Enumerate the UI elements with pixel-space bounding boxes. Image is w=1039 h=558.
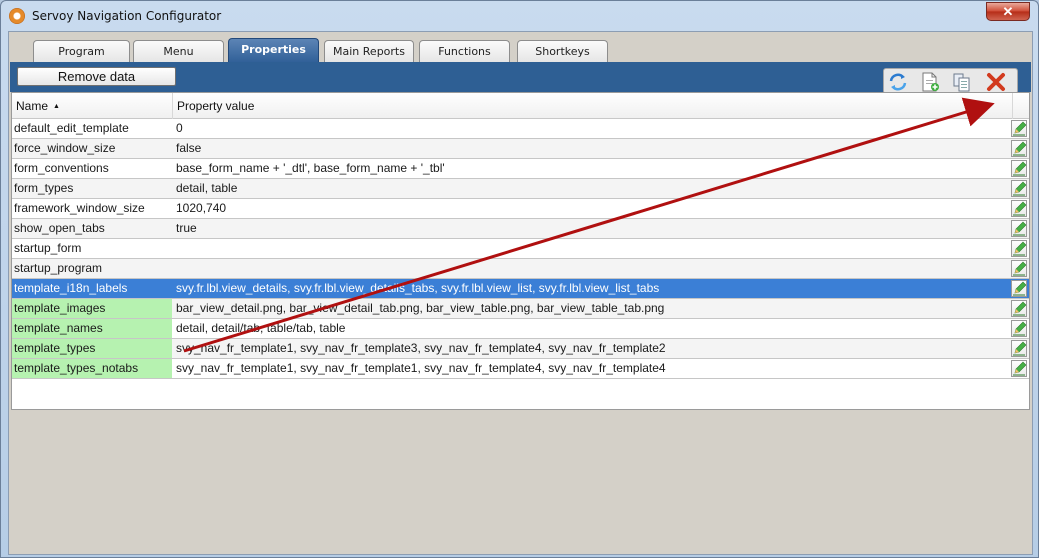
property-name-cell: form_conventions xyxy=(14,161,109,175)
tab-main-reports[interactable]: Main Reports xyxy=(324,40,414,63)
property-value-cell[interactable]: bar_view_detail.png, bar_view_detail_tab… xyxy=(174,299,1014,318)
property-value-cell[interactable] xyxy=(174,259,1014,278)
window-close-button[interactable]: ✕ xyxy=(986,2,1030,21)
table-row[interactable]: template_types_notabs svy_nav_fr_templat… xyxy=(12,359,1029,379)
table-header: Name ▲ Property value xyxy=(12,93,1029,119)
property-name-cell: show_open_tabs xyxy=(14,221,105,235)
table-row[interactable]: startup_form xyxy=(12,239,1029,259)
edit-pencil-icon[interactable] xyxy=(1011,120,1027,137)
property-name-cell: template_images xyxy=(12,299,172,318)
property-value-cell[interactable]: svy_nav_fr_template1, svy_nav_fr_templat… xyxy=(174,359,1014,378)
table-row[interactable]: template_names detail, detail/tab, table… xyxy=(12,319,1029,339)
tab-shortkeys[interactable]: Shortkeys xyxy=(517,40,608,63)
edit-pencil-icon[interactable] xyxy=(1011,320,1027,337)
tab-functions[interactable]: Functions xyxy=(419,40,510,63)
property-name-cell: startup_program xyxy=(14,261,103,275)
property-name-cell: force_window_size xyxy=(14,141,116,155)
column-header-name[interactable]: Name ▲ xyxy=(12,93,173,119)
properties-table: Name ▲ Property value default_edit_templa… xyxy=(11,92,1030,410)
table-row[interactable]: force_window_size false xyxy=(12,139,1029,159)
property-name-cell: startup_form xyxy=(14,241,82,255)
edit-pencil-icon[interactable] xyxy=(1011,200,1027,217)
copy-document-icon[interactable] xyxy=(951,72,973,92)
table-row[interactable]: form_conventions base_form_name + '_dtl'… xyxy=(12,159,1029,179)
sort-ascending-icon: ▲ xyxy=(53,103,60,110)
edit-pencil-icon[interactable] xyxy=(1011,180,1027,197)
delete-icon[interactable] xyxy=(985,72,1007,92)
toolbar-icon-group xyxy=(883,68,1018,94)
new-document-icon[interactable] xyxy=(919,72,941,92)
properties-toolbar: Remove data xyxy=(10,62,1031,94)
table-row[interactable]: template_types svy_nav_fr_template1, svy… xyxy=(12,339,1029,359)
edit-pencil-icon[interactable] xyxy=(1011,220,1027,237)
refresh-icon[interactable] xyxy=(887,72,909,92)
table-row[interactable]: form_types detail, table xyxy=(12,179,1029,199)
table-row[interactable]: startup_program xyxy=(12,259,1029,279)
table-body: default_edit_template 0 force_window_siz… xyxy=(12,119,1029,379)
property-value-cell[interactable]: true xyxy=(174,219,1014,238)
edit-pencil-icon[interactable] xyxy=(1011,140,1027,157)
property-name-cell: default_edit_template xyxy=(14,121,129,135)
property-name-cell: form_types xyxy=(14,181,74,195)
property-value-cell[interactable]: false xyxy=(174,139,1014,158)
property-value-cell[interactable]: detail, table xyxy=(174,179,1014,198)
property-value-cell[interactable]: svy_nav_fr_template1, svy_nav_fr_templat… xyxy=(174,339,1014,358)
property-name-cell: template_names xyxy=(12,319,172,338)
table-row[interactable]: show_open_tabs true xyxy=(12,219,1029,239)
property-value-cell[interactable]: 0 xyxy=(174,119,1014,138)
tab-menu[interactable]: Menu xyxy=(133,40,224,63)
remove-data-button[interactable]: Remove data xyxy=(17,67,176,86)
app-logo-icon xyxy=(9,8,25,24)
properties-panel: Remove data Name ▲ Property value defaul… xyxy=(10,62,1031,554)
edit-pencil-icon[interactable] xyxy=(1011,160,1027,177)
edit-pencil-icon[interactable] xyxy=(1011,260,1027,277)
edit-pencil-icon[interactable] xyxy=(1011,360,1027,377)
property-value-cell[interactable] xyxy=(174,239,1014,258)
table-row[interactable]: default_edit_template 0 xyxy=(12,119,1029,139)
table-row[interactable]: framework_window_size 1020,740 xyxy=(12,199,1029,219)
window-title: Servoy Navigation Configurator xyxy=(32,9,222,23)
property-value-cell[interactable]: base_form_name + '_dtl', base_form_name … xyxy=(174,159,1014,178)
property-name-cell: template_i18n_labels xyxy=(12,279,172,298)
property-name-cell: template_types xyxy=(12,339,172,358)
title-bar[interactable]: Servoy Navigation Configurator ✕ xyxy=(1,1,1038,31)
edit-pencil-icon[interactable] xyxy=(1011,300,1027,317)
table-row-selected[interactable]: template_i18n_labels svy.fr.lbl.view_det… xyxy=(12,279,1029,299)
tab-properties[interactable]: Properties xyxy=(228,38,319,63)
app-window: Servoy Navigation Configurator ✕ Program… xyxy=(0,0,1039,558)
edit-pencil-icon[interactable] xyxy=(1011,280,1027,297)
property-name-cell: framework_window_size xyxy=(14,201,145,215)
property-value-cell[interactable]: svy.fr.lbl.view_details, svy.fr.lbl.view… xyxy=(174,279,1014,298)
edit-pencil-icon[interactable] xyxy=(1011,340,1027,357)
edit-pencil-icon[interactable] xyxy=(1011,240,1027,257)
client-area: Program Menu Properties Main Reports Fun… xyxy=(8,31,1033,555)
column-header-property-value[interactable]: Property value xyxy=(173,93,1013,119)
tab-program[interactable]: Program xyxy=(33,40,130,63)
property-value-cell[interactable]: detail, detail/tab, table/tab, table xyxy=(174,319,1014,338)
property-value-cell[interactable]: 1020,740 xyxy=(174,199,1014,218)
table-row[interactable]: template_images bar_view_detail.png, bar… xyxy=(12,299,1029,319)
property-name-cell: template_types_notabs xyxy=(12,359,172,378)
